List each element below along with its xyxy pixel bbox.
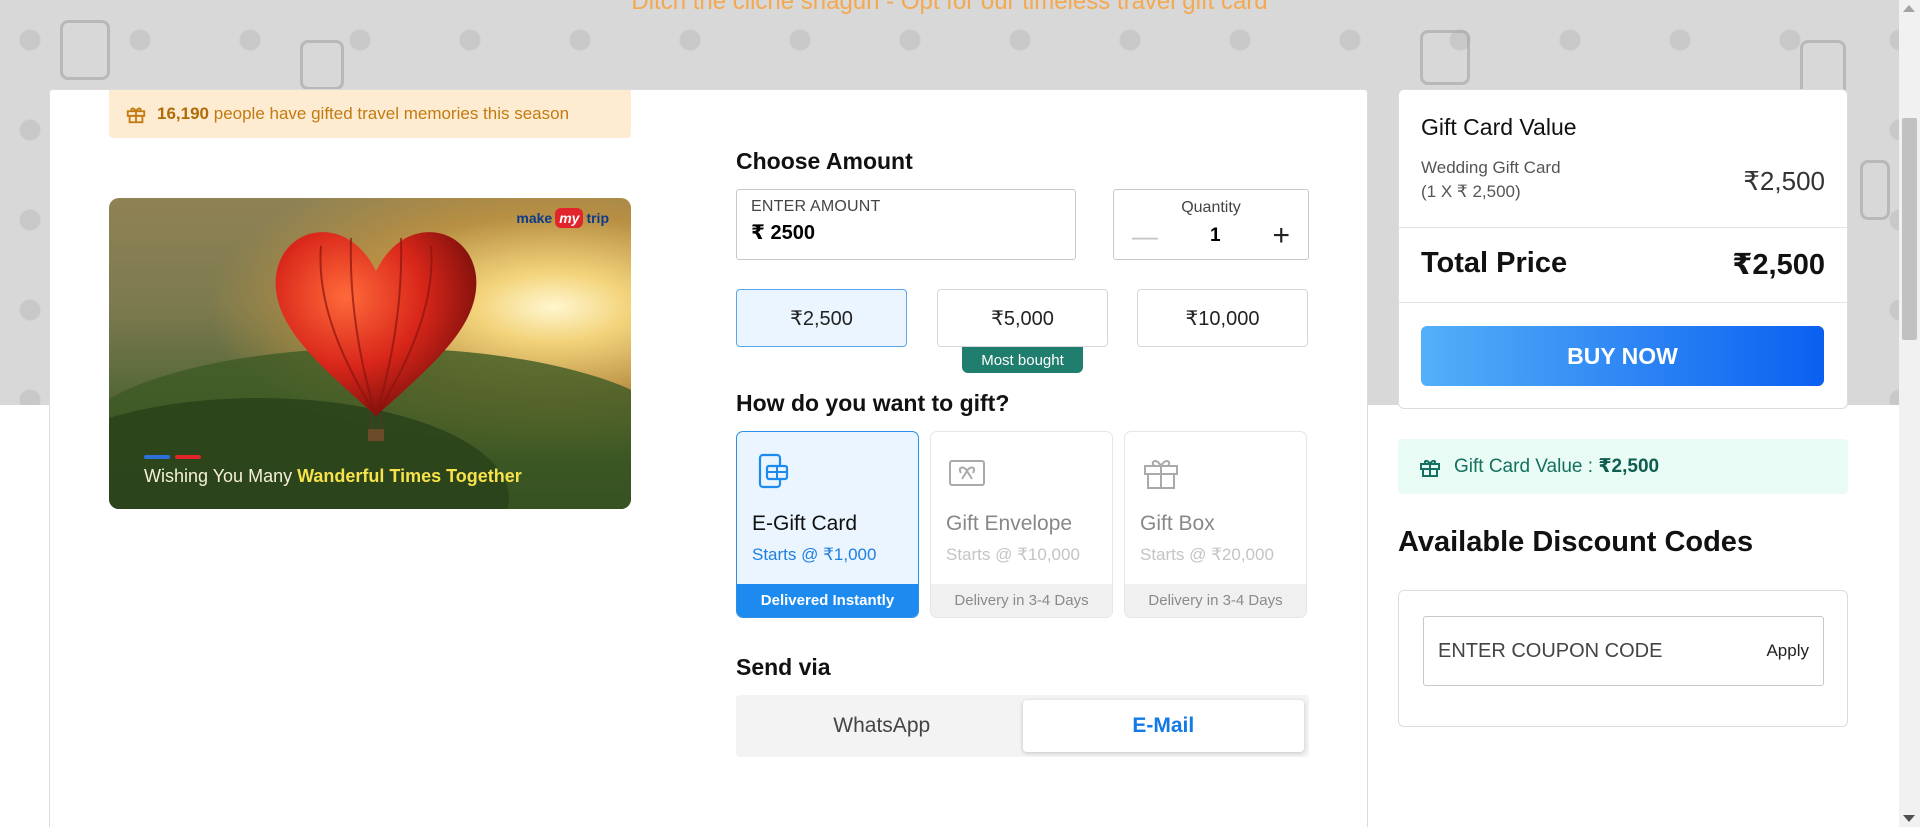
value-strip-value: ₹2,500: [1598, 456, 1660, 477]
gift-option-delivery: Delivered Instantly: [737, 584, 918, 617]
gift-option-name: E-Gift Card: [752, 512, 858, 535]
caption-bold: Wanderful Times Together: [297, 466, 522, 486]
quantity-value: 1: [1209, 225, 1221, 246]
scroll-up-arrow-icon[interactable]: [1903, 5, 1915, 12]
card-caption: Wishing You Many Wanderful Times Togethe…: [144, 466, 522, 487]
send-via-tabs: WhatsApp E-Mail: [736, 695, 1309, 757]
gift-option-delivery: Delivery in 3-4 Days: [931, 584, 1112, 617]
scroll-down-arrow-icon[interactable]: [1903, 815, 1915, 822]
gift-option-name: Gift Box: [1140, 512, 1215, 535]
gift-option-price: Starts @ ₹1,000: [752, 545, 877, 564]
gift-envelope-icon: [949, 460, 985, 486]
currency-symbol: ₹: [751, 222, 765, 244]
gift-card-image: make my trip Wishing You Many Wanderful …: [109, 198, 631, 509]
carousel-dot[interactable]: [144, 455, 170, 459]
quantity-decrease-button[interactable]: —: [1132, 221, 1158, 252]
e-gift-card-icon: [758, 453, 789, 489]
enter-amount-label: ENTER AMOUNT: [751, 198, 881, 215]
logo-text-my: my: [555, 208, 584, 228]
enter-amount-field[interactable]: ENTER AMOUNT ₹ 2500: [736, 189, 1076, 260]
tab-whatsapp[interactable]: WhatsApp: [741, 700, 1023, 752]
suitcase-icon: [60, 20, 110, 80]
coupon-card: ENTER COUPON CODE Apply: [1398, 590, 1848, 727]
most-bought-badge: Most bought: [962, 347, 1083, 373]
amount-option-2500[interactable]: ₹2,500: [736, 289, 907, 347]
logo-text-make: make: [516, 210, 553, 226]
gift-option-name: Gift Envelope: [946, 512, 1073, 535]
suitcase-icon: [300, 40, 344, 90]
gift-option-e-gift-card[interactable]: E-Gift Card Starts @ ₹1,000 Delivered In…: [736, 431, 919, 618]
quantity-label: Quantity: [1181, 199, 1241, 216]
enter-amount-value[interactable]: ₹ 2500: [751, 220, 1061, 245]
gift-option-delivery: Delivery in 3-4 Days: [1125, 584, 1306, 617]
page-scrollbar[interactable]: [1899, 0, 1920, 827]
coupon-code-placeholder[interactable]: ENTER COUPON CODE: [1438, 640, 1662, 663]
gift-type-title: How do you want to gift?: [736, 390, 1010, 416]
buy-now-button[interactable]: BUY NOW: [1421, 326, 1824, 386]
coupon-code-field[interactable]: ENTER COUPON CODE Apply: [1423, 616, 1824, 686]
item-detail: (1 X ₹ 2,500): [1421, 182, 1521, 201]
choose-amount-title: Choose Amount: [736, 148, 913, 174]
bottle-icon: [1860, 160, 1890, 220]
gift-box-icon: [1144, 460, 1178, 489]
tab-email[interactable]: E-Mail: [1022, 700, 1304, 752]
carousel-dot[interactable]: [175, 455, 201, 459]
value-strip-label: Gift Card Value :: [1454, 456, 1594, 477]
makemytrip-logo: make my trip: [516, 208, 609, 228]
suitcase-icon: [1420, 30, 1470, 85]
divider: [1399, 302, 1847, 303]
apply-coupon-button[interactable]: Apply: [1766, 641, 1809, 661]
quantity-stepper: Quantity — 1 +: [1113, 189, 1309, 260]
heart-balloon-illustration: [275, 232, 477, 441]
gifted-text: people have gifted travel memories this …: [213, 104, 570, 123]
amount-value[interactable]: 2500: [770, 222, 815, 244]
gift-option-price: Starts @ ₹10,000: [946, 545, 1080, 564]
gift-card-value-strip: Gift Card Value : ₹2,500: [1398, 439, 1848, 494]
price-summary-card: Gift Card Value Wedding Gift Card (1 X ₹…: [1398, 89, 1848, 409]
discount-codes-title: Available Discount Codes: [1398, 526, 1754, 558]
send-via-title: Send via: [736, 654, 831, 680]
logo-text-trip: trip: [586, 210, 609, 226]
divider: [1399, 227, 1847, 228]
caption-normal: Wishing You Many: [144, 466, 298, 486]
hero-tagline: Ditch the cliché shagun - Opt for our ti…: [631, 0, 1268, 15]
gift-icon: [1420, 459, 1440, 477]
gift-option-gift-box[interactable]: Gift Box Starts @ ₹20,000 Delivery in 3-…: [1124, 431, 1307, 618]
quantity-increase-button[interactable]: +: [1272, 219, 1290, 253]
gift-option-price: Starts @ ₹20,000: [1140, 545, 1274, 564]
total-price-label: Total Price: [1421, 247, 1568, 279]
gift-card-value-title: Gift Card Value: [1421, 114, 1577, 140]
total-price-value: ₹2,500: [1732, 249, 1825, 281]
item-value: ₹2,500: [1743, 166, 1825, 196]
gifted-count: 16,190: [157, 104, 209, 123]
gift-option-gift-envelope[interactable]: Gift Envelope Starts @ ₹10,000 Delivery …: [930, 431, 1113, 618]
gift-icon: [126, 107, 146, 124]
amount-option-5000[interactable]: ₹5,000: [937, 289, 1108, 347]
scrollbar-thumb[interactable]: [1902, 118, 1917, 340]
item-name: Wedding Gift Card: [1421, 158, 1561, 177]
carousel-dots[interactable]: [144, 455, 201, 459]
gifted-count-banner: 16,190 people have gifted travel memorie…: [109, 90, 631, 138]
amount-option-10000[interactable]: ₹10,000: [1137, 289, 1308, 347]
